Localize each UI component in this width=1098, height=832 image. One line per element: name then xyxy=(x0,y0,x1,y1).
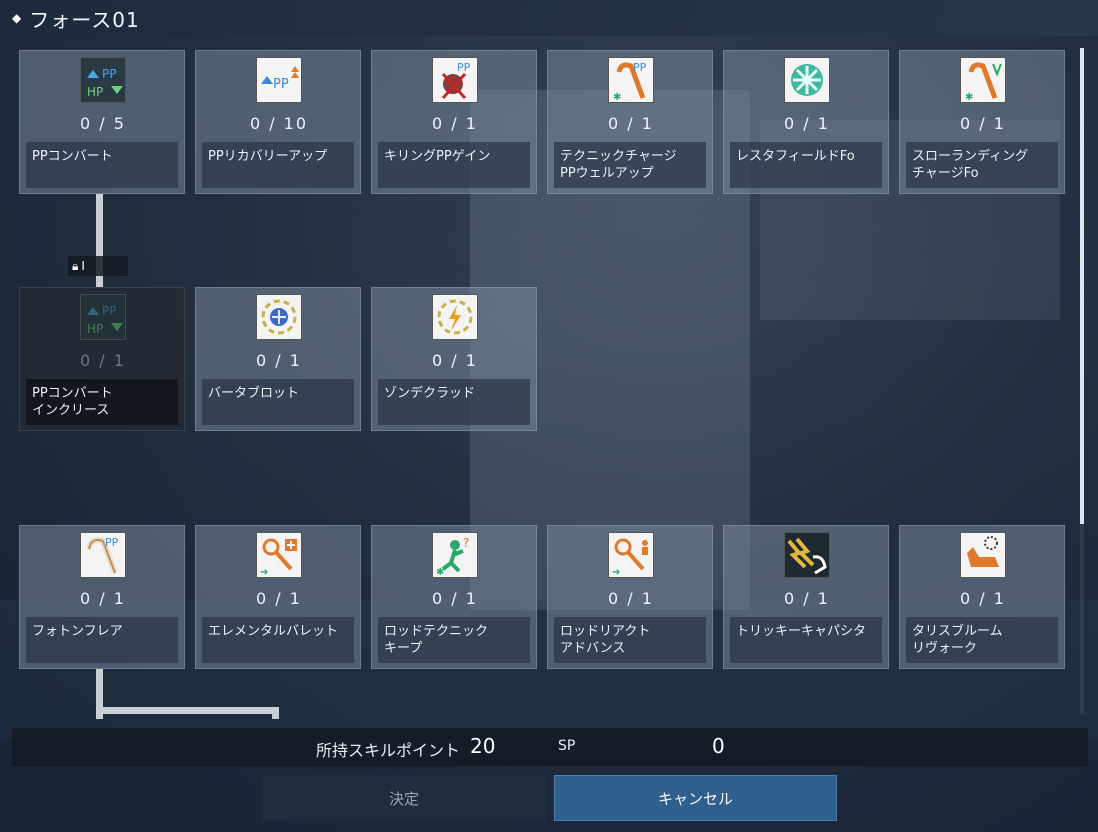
svg-text:PP: PP xyxy=(102,67,116,81)
skill-name: フォトンフレア xyxy=(26,617,178,663)
skill-level: 0 / 1 xyxy=(256,351,302,370)
rod-react-advance-icon: ➜ xyxy=(608,532,654,578)
sp-unit-label: SP xyxy=(558,738,576,754)
skill-level: 0 / 1 xyxy=(960,114,1006,133)
svg-text:?: ? xyxy=(463,536,469,550)
skill-level: 0 / 1 xyxy=(256,589,302,608)
skill-level: 0 / 1 xyxy=(80,589,126,608)
window-titlebar: ◆ フォース01 xyxy=(0,0,1098,36)
skill-level: 0 / 1 xyxy=(960,589,1006,608)
svg-text:➜: ➜ xyxy=(612,567,620,577)
decide-button[interactable]: 決定 xyxy=(262,775,546,821)
skill-level: 0 / 1 xyxy=(784,589,830,608)
skill-level: 0 / 1 xyxy=(608,589,654,608)
svg-text:PP: PP xyxy=(273,77,289,92)
skill-card-barta-bullet[interactable]: 0 / 1 バータブロット xyxy=(195,287,361,431)
skill-card-pp-convert[interactable]: PP HP 0 / 5 PPコンバート xyxy=(19,50,185,194)
resta-field-fo-icon xyxy=(784,57,830,103)
zonde-clad-icon xyxy=(432,294,478,340)
pp-convert-icon: PP HP xyxy=(80,57,126,103)
photon-flare-icon: PP xyxy=(80,532,126,578)
skill-name: トリッキーキャパシタ xyxy=(730,617,882,663)
skill-name: ゾンデクラッド xyxy=(378,379,530,425)
pp-convert-increase-icon: PP HP xyxy=(80,294,126,340)
skill-name: PPリカバリーアップ xyxy=(202,142,354,188)
skill-name: スローランディング チャージFo xyxy=(906,142,1058,188)
tree-connector xyxy=(96,707,279,714)
svg-text:PP: PP xyxy=(105,536,119,549)
killing-pp-gain-icon: PP xyxy=(432,57,478,103)
svg-text:✱: ✱ xyxy=(965,92,973,102)
skill-card-tricky-capacitor[interactable]: 0 / 1 トリッキーキャパシタ xyxy=(723,525,889,669)
skill-card-killing-pp-gain[interactable]: PP 0 / 1 キリングPPゲイン xyxy=(371,50,537,194)
pp-recovery-up-icon: PP xyxy=(256,57,302,103)
skill-card-elemental-bullet[interactable]: ➜ 0 / 1 エレメンタルバレット xyxy=(195,525,361,669)
svg-text:PP: PP xyxy=(633,61,647,74)
skill-name: ロッドテクニック キープ xyxy=(378,617,530,663)
svg-text:HP: HP xyxy=(87,322,103,336)
slow-landing-charge-fo-icon: ✱ xyxy=(960,57,1006,103)
skill-level: 0 / 1 xyxy=(432,351,478,370)
skill-level: 0 / 10 xyxy=(249,114,309,133)
skill-card-rod-react-advance[interactable]: ➜ 0 / 1 ロッドリアクト アドバンス xyxy=(547,525,713,669)
svg-text:✱: ✱ xyxy=(613,92,621,102)
talis-bloom-revoke-icon xyxy=(960,532,1006,578)
svg-text:PP: PP xyxy=(102,304,116,318)
skill-card-pp-recovery-up[interactable]: PP 0 / 10 PPリカバリーアップ xyxy=(195,50,361,194)
skill-name: テクニックチャージ PPウェルアップ xyxy=(554,142,706,188)
skill-point-bar: 所持スキルポイント 20 SP 0 xyxy=(12,728,1088,766)
skill-level: 0 / 1 xyxy=(784,114,830,133)
barta-bullet-icon xyxy=(256,294,302,340)
diamond-icon: ◆ xyxy=(12,11,22,25)
skill-points-value: 20 xyxy=(470,734,496,758)
skill-level: 0 / 1 xyxy=(432,114,478,133)
skill-card-pp-convert-increase[interactable]: PP HP 0 / 1 PPコンバート インクリース xyxy=(19,287,185,431)
window-title: フォース01 xyxy=(29,7,140,32)
skill-level: 0 / 5 xyxy=(80,114,126,133)
skill-name: タリスブルーム リヴォーク xyxy=(906,617,1058,663)
rod-technic-keep-icon: ? ✱ xyxy=(432,532,478,578)
svg-text:✱: ✱ xyxy=(436,567,444,577)
tricky-capacitor-icon xyxy=(784,532,830,578)
svg-text:HP: HP xyxy=(87,85,103,99)
skill-points-label: 所持スキルポイント xyxy=(316,741,461,760)
lock-icon: 🔒︎ xyxy=(72,258,79,273)
sp-value: 0 xyxy=(712,734,725,758)
elemental-bullet-icon: ➜ xyxy=(256,532,302,578)
skill-name: PPコンバート インクリース xyxy=(26,379,178,425)
technic-charge-pp-well-up-icon: PP ✱ xyxy=(608,57,654,103)
skill-name: ロッドリアクト アドバンス xyxy=(554,617,706,663)
skill-card-technic-charge-pp-well-up[interactable]: PP ✱ 0 / 1 テクニックチャージ PPウェルアップ xyxy=(547,50,713,194)
lock-level-value: I xyxy=(81,259,85,273)
skill-card-zonde-clad[interactable]: 0 / 1 ゾンデクラッド xyxy=(371,287,537,431)
tree-connector xyxy=(272,707,279,719)
lock-level-badge: 🔒︎ I xyxy=(68,256,128,276)
skill-level: 0 / 1 xyxy=(432,589,478,608)
skill-card-photon-flare[interactable]: PP 0 / 1 フォトンフレア xyxy=(19,525,185,669)
svg-text:PP: PP xyxy=(457,61,471,74)
skill-name: バータブロット xyxy=(202,379,354,425)
scrollbar-thumb[interactable] xyxy=(1080,48,1084,524)
skill-card-rod-technic-keep[interactable]: ? ✱ 0 / 1 ロッドテクニック キープ xyxy=(371,525,537,669)
skill-name: レスタフィールドFo xyxy=(730,142,882,188)
skill-card-slow-landing-charge-fo[interactable]: ✱ 0 / 1 スローランディング チャージFo xyxy=(899,50,1065,194)
skill-card-resta-field-fo[interactable]: 0 / 1 レスタフィールドFo xyxy=(723,50,889,194)
skill-name: エレメンタルバレット xyxy=(202,617,354,663)
scrollbar[interactable] xyxy=(1080,48,1084,714)
skill-card-talis-bloom-revoke[interactable]: 0 / 1 タリスブルーム リヴォーク xyxy=(899,525,1065,669)
skill-level: 0 / 1 xyxy=(80,351,126,370)
cancel-button[interactable]: キャンセル xyxy=(554,775,837,821)
svg-text:➜: ➜ xyxy=(260,567,268,577)
skill-name: PPコンバート xyxy=(26,142,178,188)
skill-level: 0 / 1 xyxy=(608,114,654,133)
skill-name: キリングPPゲイン xyxy=(378,142,530,188)
